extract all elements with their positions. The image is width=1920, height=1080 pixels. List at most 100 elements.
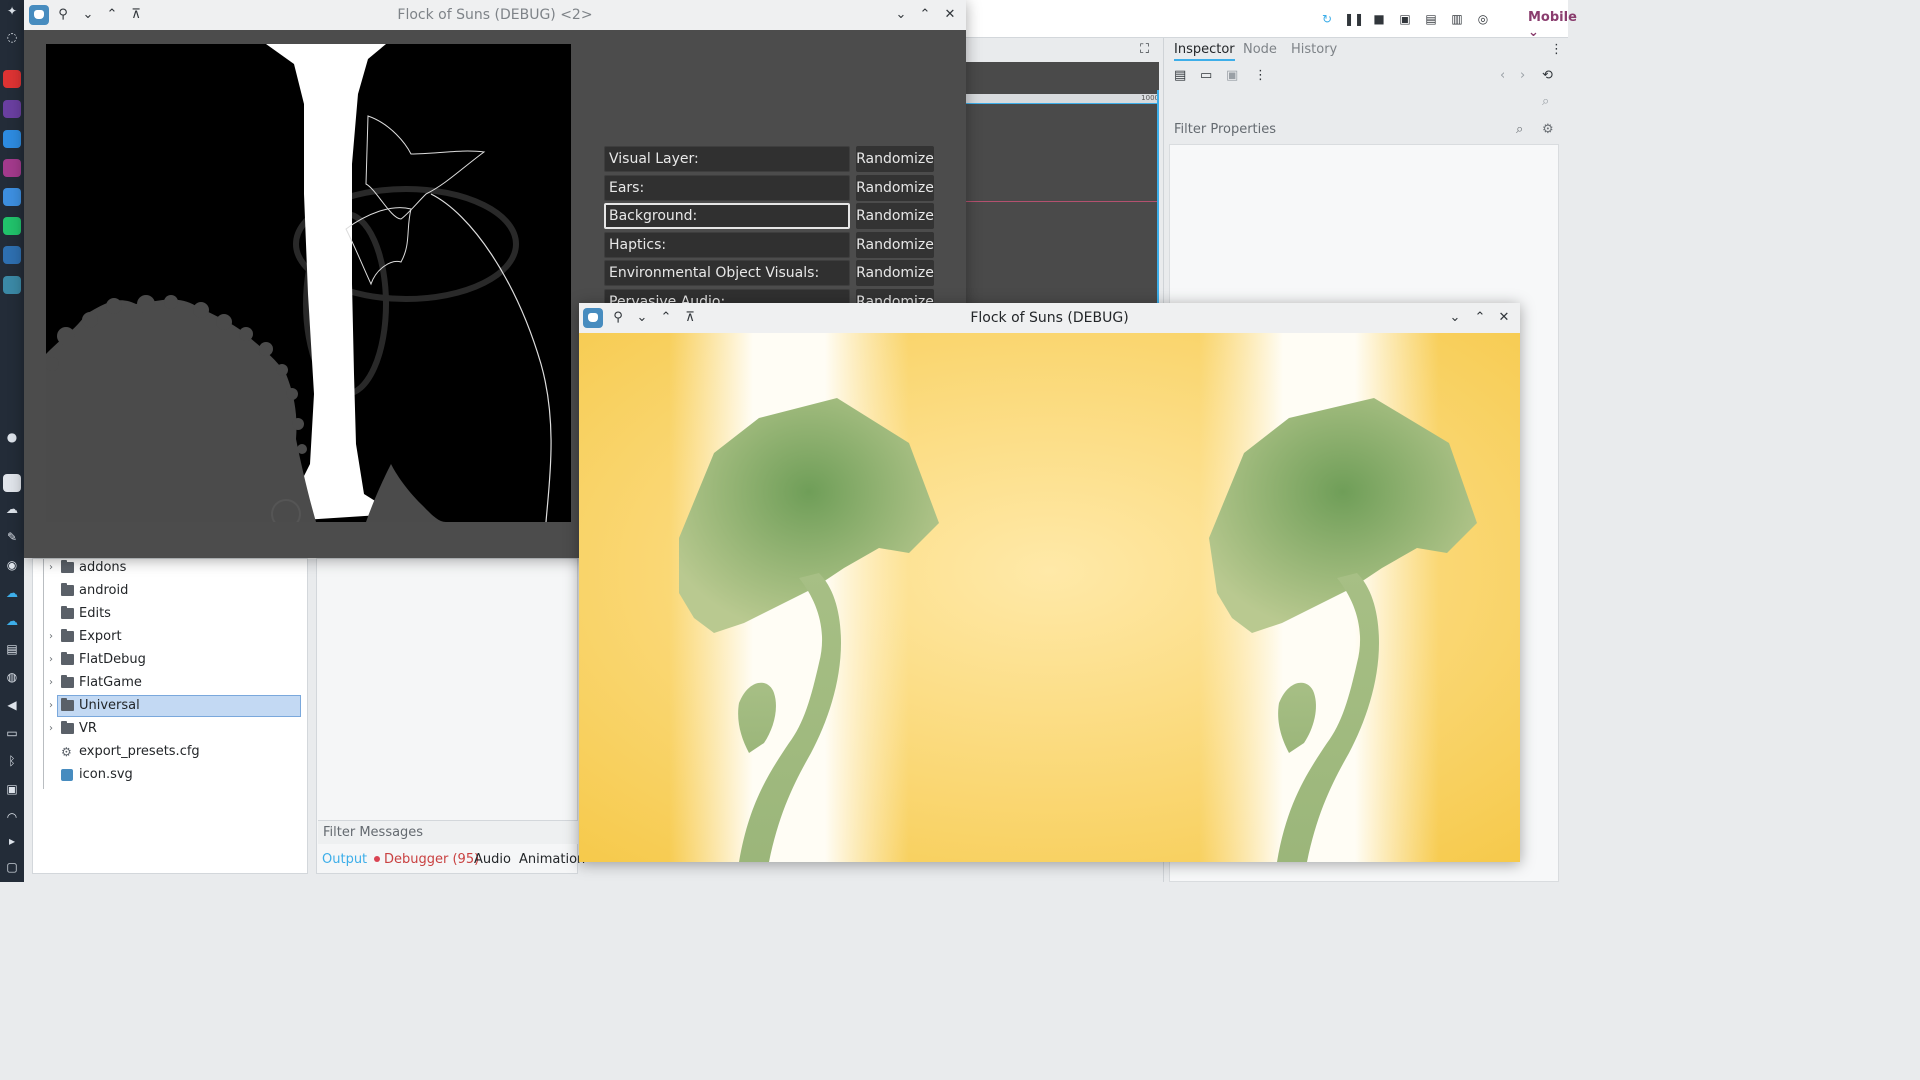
fs-item-edits[interactable]: Edits [33,603,307,625]
movie-maker-icon[interactable]: ◎ [1474,10,1492,28]
tab-output[interactable]: Output [322,848,367,872]
chevron-right-icon[interactable]: › [49,649,59,671]
play-scene-icon[interactable]: ▤ [1422,10,1440,28]
randomize-button[interactable]: Randomize [856,232,934,258]
app-launcher-icon[interactable]: ✦ [0,2,24,20]
object-history-icon[interactable]: ⟲ [1542,68,1553,83]
godot-dock-icon[interactable] [3,276,21,294]
maximize-icon[interactable]: ⌃ [1471,309,1489,327]
fs-item-label: Export [79,629,122,644]
tab-animation[interactable]: Animation [519,848,585,872]
docs-icon[interactable]: ⌕ [1542,94,1549,109]
tab-history[interactable]: History [1291,42,1337,57]
tab-debugger[interactable]: Debugger (95) [374,848,479,872]
history-back-icon[interactable]: ‹ [1500,68,1505,83]
chevron-right-icon[interactable]: › [49,626,59,648]
randomize-button[interactable]: Randomize [856,203,934,229]
expand-tray-icon[interactable]: ▸ [0,832,24,850]
option-label: Background: [604,203,850,229]
open-resource-icon[interactable]: ▭ [1200,68,1212,83]
sync-ok-icon[interactable]: ☁ [0,584,24,602]
stop-icon[interactable]: ■ [1370,10,1388,28]
edit-icon[interactable]: ✎ [0,528,24,546]
fullscreen-icon[interactable]: ⛶ [1140,42,1149,57]
fs-item-export-presets[interactable]: ⚙ export_presets.cfg [33,741,307,763]
volume-icon[interactable]: ◀ [0,696,24,714]
randomize-button[interactable]: Randomize [856,175,934,201]
fs-item-label: VR [79,721,97,736]
pause-icon[interactable]: ❚❚ [1344,10,1364,28]
show-desktop-icon[interactable]: ▢ [0,858,24,876]
battery-icon[interactable]: ▭ [0,724,24,742]
tab-audio[interactable]: Audio [474,848,511,872]
drop-icon[interactable]: ● [0,428,24,446]
file-manager-icon[interactable] [3,188,21,206]
option-row-environmental-object-visuals: Environmental Object Visuals: Randomize [604,260,936,286]
tab-inspector[interactable]: Inspector [1174,42,1235,61]
chevron-right-icon[interactable]: › [49,718,59,740]
renderer-label: Mobile [1528,10,1577,25]
fs-item-export[interactable]: › Export [33,626,307,648]
sync-ok-2-icon[interactable]: ☁ [0,612,24,630]
location-icon[interactable]: ◍ [0,668,24,686]
window-title: Flock of Suns (DEBUG) [970,310,1129,326]
maximize-icon[interactable]: ⌃ [916,6,934,24]
bluetooth-icon[interactable]: ᛒ [0,752,24,770]
purple-app-icon[interactable] [3,100,21,118]
folder-icon [61,560,74,573]
randomize-button[interactable]: Randomize [856,260,934,286]
store-icon[interactable] [3,130,21,148]
randomize-button[interactable]: Randomize [856,146,934,172]
minimize-icon[interactable]: ⌄ [892,6,910,24]
option-row-ears: Ears: Randomize [604,175,936,201]
blue-app-icon[interactable] [3,246,21,264]
fs-item-flatgame[interactable]: › FlatGame [33,672,307,694]
phpstorm-icon[interactable] [3,159,21,177]
option-row-haptics: Haptics: Randomize [604,232,936,258]
device-icon[interactable]: ▣ [0,780,24,798]
save-resource-icon[interactable]: ▣ [1226,68,1238,83]
pycharm-icon[interactable] [3,217,21,235]
fs-item-label: export_presets.cfg [79,744,200,759]
filesystem-dock: › addons android Edits › Export › FlatDe… [32,558,308,874]
game-viewport[interactable] [579,333,1520,862]
error-dot-icon [374,856,380,862]
dock-menu-icon[interactable]: ⋮ [1550,42,1563,57]
fs-item-android[interactable]: android [33,580,307,602]
randomize-button[interactable]: Randomize [856,289,934,303]
history-forward-icon[interactable]: › [1520,68,1525,83]
wifi-icon[interactable]: ◠ [0,808,24,826]
fs-item-icon-svg[interactable]: icon.svg [33,764,307,786]
cloud-icon[interactable]: ☁ [0,500,24,518]
fs-item-label: FlatGame [79,675,142,690]
clipboard-icon[interactable]: ▤ [0,640,24,658]
fs-item-vr[interactable]: › VR [33,718,307,740]
chevron-right-icon[interactable]: › [49,557,59,579]
minimize-icon[interactable]: ⌄ [1446,309,1464,327]
overview-icon[interactable]: ◌ [0,28,24,46]
fs-item-universal[interactable]: › Universal [33,695,307,717]
close-icon[interactable]: ✕ [941,6,959,24]
folder-icon [61,652,74,665]
chevron-right-icon[interactable]: › [49,695,59,717]
fs-item-addons[interactable]: › addons [33,557,307,579]
chevron-right-icon[interactable]: › [49,672,59,694]
fs-item-flatdebug[interactable]: › FlatDebug [33,649,307,671]
new-resource-icon[interactable]: ▤ [1174,68,1186,83]
folder-icon [61,675,74,688]
media-play-icon[interactable]: ◉ [0,556,24,574]
calendar-icon[interactable] [3,474,21,492]
more-options-icon[interactable]: ⋮ [1254,68,1267,83]
filter-messages-input[interactable]: Filter Messages [318,820,578,844]
filter-settings-icon[interactable]: ⚙ [1542,122,1554,137]
renderer-select[interactable]: Mobile ⌄ [1528,10,1577,40]
close-icon[interactable]: ✕ [1495,309,1513,327]
vivaldi-icon[interactable] [3,70,21,88]
tab-node[interactable]: Node [1243,42,1277,57]
play-custom-icon[interactable]: ▥ [1448,10,1466,28]
filter-properties-input[interactable]: Filter Properties [1169,118,1539,142]
fs-item-label: android [79,583,129,598]
fs-item-label: addons [79,560,127,575]
remote-debug-icon[interactable]: ▣ [1396,10,1414,28]
reload-icon[interactable]: ↻ [1318,10,1336,28]
